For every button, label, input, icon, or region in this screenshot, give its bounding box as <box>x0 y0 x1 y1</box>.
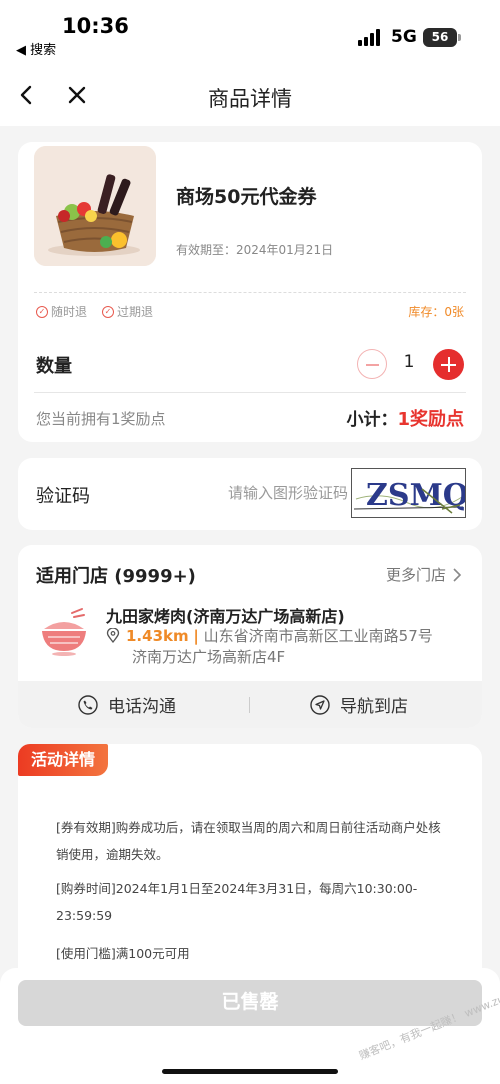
activity-tag: 活动详情 <box>18 744 108 776</box>
phone-icon <box>78 694 98 715</box>
tag-refund-expired: ✓ 过期退 <box>102 303 153 320</box>
quantity-decrease-button[interactable] <box>357 349 387 379</box>
tag-label: 随时退 <box>51 305 88 319</box>
quantity-label: 数量 <box>36 356 72 377</box>
address-line-1: 山东省济南市高新区工业南路57号 <box>203 627 433 645</box>
status-time: 10:36 <box>62 14 129 38</box>
navigate-store-button[interactable]: 导航到店 <box>310 692 408 717</box>
back-to-app-link[interactable]: ◀ 搜索 <box>16 39 56 58</box>
address-line-2: 济南万达广场高新店4F <box>132 648 286 666</box>
store-address: 1.43km | 山东省济南市高新区工业南路57号 济南万达广场高新店4F <box>106 626 470 668</box>
store-section-title: 适用门店 (9999+) <box>36 566 196 587</box>
product-expiry: 有效期至：2024年01月21日 <box>176 243 334 257</box>
store-card: 适用门店 (9999+) 更多门店 九田家烤肉(济南万达广场高新店) 1.43k… <box>18 545 482 728</box>
network-type: 5G <box>391 27 417 47</box>
subtotal-label: 小计： <box>346 410 398 430</box>
bowl-logo-icon <box>36 607 92 657</box>
location-pin-icon <box>106 628 120 643</box>
check-circle-icon: ✓ <box>102 305 114 318</box>
divider <box>34 392 466 393</box>
product-name: 商场50元代金券 <box>176 186 317 208</box>
tag-label: 过期退 <box>117 305 154 319</box>
stock-count: 库存：0张 <box>408 305 464 319</box>
battery-icon: 56 <box>423 28 461 47</box>
home-indicator <box>162 1069 338 1074</box>
captcha-input[interactable] <box>176 478 348 508</box>
subtotal: 小计：1奖励点 <box>346 405 464 431</box>
captcha-card: 验证码 ZSMQ <box>18 458 482 530</box>
captcha-label: 验证码 <box>36 486 90 507</box>
page-title: 商品详情 <box>208 87 292 111</box>
points-owned: 您当前拥有1奖励点 <box>36 410 166 428</box>
quantity-increase-button[interactable] <box>433 349 464 380</box>
chevron-right-icon <box>453 567 462 582</box>
activity-paragraph: [券有效期]购券成功后，请在领取当周的周六和周日前往活动商户处核销使用，逾期失效… <box>56 820 441 862</box>
store-name[interactable]: 九田家烤肉(济南万达广场高新店) <box>106 603 345 627</box>
subtotal-value: 1奖励点 <box>397 409 464 430</box>
call-label: 电话沟通 <box>108 697 176 717</box>
sold-out-button[interactable]: 已售罄 <box>18 980 482 1026</box>
product-card: 商场50元代金券 有效期至：2024年01月21日 ✓ 随时退 ✓ 过期退 库存… <box>18 142 482 442</box>
call-store-button[interactable]: 电话沟通 <box>78 692 176 717</box>
store-distance: 1.43km <box>126 627 189 645</box>
divider <box>249 697 250 713</box>
quantity-value: 1 <box>403 352 415 372</box>
check-circle-icon: ✓ <box>36 305 48 318</box>
divider <box>34 292 466 293</box>
store-actions: 电话沟通 导航到店 <box>18 681 482 728</box>
signal-icon <box>358 29 384 46</box>
captcha-image[interactable]: ZSMQ <box>351 468 469 518</box>
more-stores-link[interactable]: 更多门店 <box>386 564 462 585</box>
activity-paragraph: [购券时间]2024年1月1日至2024年3月31日，每周六10:30:00-2… <box>56 881 418 923</box>
navigation-bar: 商品详情 <box>0 66 500 126</box>
navigation-icon <box>310 694 330 715</box>
navigate-label: 导航到店 <box>340 697 408 717</box>
tag-refund-anytime: ✓ 随时退 <box>36 303 87 320</box>
status-bar: 10:36 ◀ 搜索 5G 56 <box>0 0 500 66</box>
more-stores-label: 更多门店 <box>385 566 446 584</box>
product-image <box>34 146 156 266</box>
activity-paragraph: [使用门槛]满100元可用 <box>56 946 190 961</box>
